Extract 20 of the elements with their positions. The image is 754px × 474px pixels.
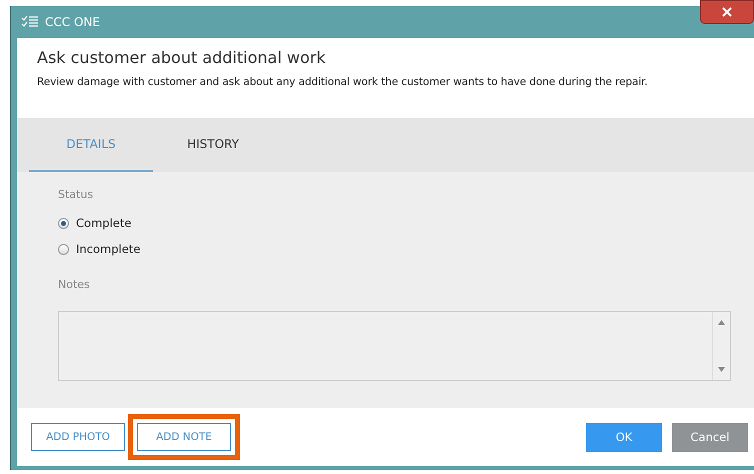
ok-button[interactable]: OK — [586, 422, 662, 452]
field-label: Notes — [58, 278, 91, 291]
dialog-heading: Ask customer about additional work — [37, 48, 327, 67]
radio-label[interactable]: Complete — [76, 216, 132, 230]
notes-field[interactable] — [58, 311, 731, 381]
window-title: CCC ONE — [45, 15, 100, 29]
field-label: Status — [58, 188, 94, 201]
radio-button[interactable] — [58, 218, 69, 228]
radio-button[interactable] — [58, 244, 69, 254]
add-button[interactable]: ADD PHOTO — [31, 423, 125, 451]
dialog-description: Review damage with customer and ask about any additional work the customer wants to have done during the repair. — [37, 76, 649, 88]
checklist-icon — [21, 15, 39, 29]
radio-label[interactable]: Incomplete — [76, 242, 140, 256]
close-icon — [722, 7, 732, 17]
add-button[interactable]: ADD NOTE — [137, 423, 231, 451]
scroll-up-icon[interactable] — [718, 320, 725, 325]
close-button[interactable] — [700, 0, 754, 24]
cancel-button[interactable]: Cancel — [672, 422, 748, 452]
tab[interactable]: HISTORY — [153, 118, 273, 172]
scroll-down-icon[interactable] — [718, 367, 725, 372]
